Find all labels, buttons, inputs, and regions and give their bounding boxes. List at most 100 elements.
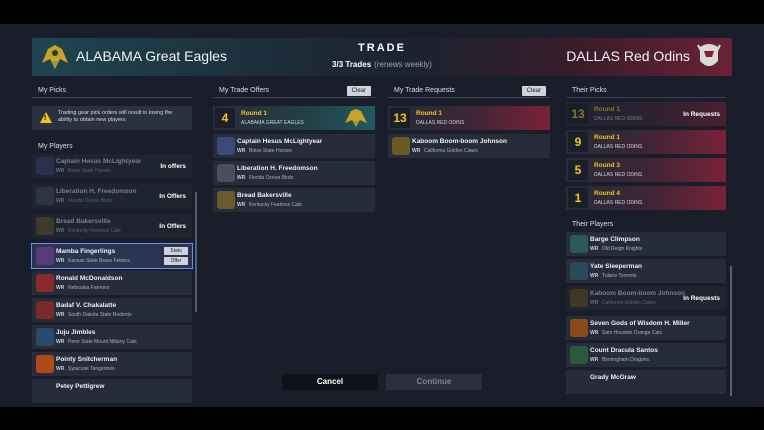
player-position: WR — [590, 246, 599, 252]
clear-requests-button[interactable]: Clear — [521, 86, 546, 96]
their-team-name: DALLAS Red Odins — [566, 48, 690, 64]
offer-button[interactable]: Offer — [164, 257, 188, 265]
their-players-scrollbar[interactable] — [730, 266, 732, 396]
player-name: Kaboom Boom-boom Johnson — [412, 138, 507, 145]
player-row[interactable]: Pointy Snitcherman WR Syracuse Tangerine… — [32, 352, 192, 376]
their-pick[interactable]: 1 Round 4 DALLAS RED ODINS — [566, 186, 726, 210]
player-row[interactable]: Ronald McDonaldson WR Nebraska Farmers — [32, 271, 192, 295]
ocean-bird-icon — [217, 164, 235, 182]
trade-offers-panel: My Trade Offers Clear 4 Round 1 ALABAMA … — [213, 84, 375, 407]
player-position: WR — [590, 273, 599, 279]
their-players-title: Their Players — [572, 221, 614, 228]
player-position: WR — [237, 202, 246, 208]
trade-offers-label: My Trade Offers — [219, 87, 270, 94]
player-school: Kentucky Fearless Cats — [249, 202, 302, 208]
cat-icon — [217, 191, 235, 209]
player-name: Liberation H. Freedomson — [237, 165, 318, 172]
player-status-overlay: In offers — [32, 154, 192, 178]
pick-team: DALLAS RED ODINS — [416, 120, 465, 126]
their-player-row[interactable]: Seven Gods of Wisdom H. Miller WR Sam Ho… — [566, 316, 726, 340]
their-player-row[interactable]: Grady McGraw — [566, 370, 726, 394]
player-position: WR — [590, 330, 599, 336]
player-school: Sam Houston Orange Cats — [602, 330, 663, 336]
red-odins-logo-icon — [697, 44, 721, 66]
pick-status: In Requests — [683, 111, 720, 118]
their-picks-title: Their Picks — [566, 84, 726, 98]
trade-requests-panel: My Trade Requests Clear 13 Round 1 DALLA… — [388, 84, 550, 407]
player-name: Barge Climpson — [590, 236, 640, 243]
player-status-overlay: In Offers — [32, 214, 192, 238]
player-row[interactable]: Juju Jimbles WR Penn State Mount Nittany… — [32, 325, 192, 349]
player-position: WR — [590, 357, 599, 363]
torrent-icon — [570, 262, 588, 280]
player-status-overlay: In Offers — [32, 184, 192, 208]
player-name: Pointy Snitcherman — [56, 356, 118, 363]
player-position: WR — [412, 148, 421, 154]
pick-round: Round 4 — [594, 190, 620, 197]
player-school: Florida Ocean Birds — [249, 175, 294, 181]
feline-icon — [36, 247, 54, 265]
trade-requests-label: My Trade Requests — [394, 87, 455, 94]
trade-header: ALABAMA Great Eagles TRADE 3/3 Trades (re… — [32, 38, 732, 76]
player-status: In Offers — [159, 193, 186, 200]
pick-number: 1 — [568, 188, 588, 208]
their-pick[interactable]: 5 Round 3 DALLAS RED ODINS — [566, 158, 726, 182]
pick-number: 4 — [215, 108, 235, 128]
pick-team: DALLAS RED ODINS — [594, 200, 643, 206]
golden-claw-icon — [392, 137, 410, 155]
player-name: Bread Bakersville — [237, 192, 292, 199]
offered-pick[interactable]: 4 Round 1 ALABAMA GREAT EAGLES — [213, 106, 375, 130]
offered-player-row[interactable]: Bread Bakersville WR Kentucky Fearless C… — [213, 188, 375, 212]
cancel-button[interactable]: Cancel — [282, 374, 378, 390]
offered-player-row[interactable]: Captain Hesus McLightyear WR Boise State… — [213, 134, 375, 158]
player-name: Ronald McDonaldson — [56, 275, 123, 282]
pick-round: Round 1 — [594, 134, 620, 141]
player-position: WR — [56, 285, 65, 291]
dragon-icon — [570, 346, 588, 364]
player-school: Boise State Horses — [249, 148, 292, 154]
pick-team: DALLAS RED ODINS — [594, 144, 643, 150]
their-player-row[interactable]: Count Dracula Santos WR Birmingham Drago… — [566, 343, 726, 367]
my-players-scrollbar[interactable] — [195, 192, 197, 312]
trade-offers-title: My Trade Offers Clear — [213, 84, 375, 98]
pick-warning: ! Trading gear pick orders will result i… — [32, 106, 192, 130]
trades-count: 3/3 Trades — [332, 60, 372, 69]
requested-player-row[interactable]: Kaboom Boom-boom Johnson WR California G… — [388, 134, 550, 158]
rodent-icon — [36, 301, 54, 319]
clear-offers-button[interactable]: Clear — [346, 86, 371, 96]
player-school: Nebraska Farmers — [68, 285, 110, 291]
pick-team: DALLAS RED ODINS — [594, 172, 643, 178]
requested-pick[interactable]: 13 Round 1 DALLAS RED ODINS — [388, 106, 550, 130]
their-pick[interactable]: 9 Round 1 DALLAS RED ODINS — [566, 130, 726, 154]
player-position: WR — [56, 258, 65, 264]
pick-number: 13 — [390, 108, 410, 128]
player-status: In Offers — [159, 223, 186, 230]
player-name: Mamba Fingerlings — [56, 248, 116, 255]
my-players-title: My Players — [38, 143, 73, 150]
player-status: In Requests — [683, 295, 720, 302]
pick-number: 5 — [568, 160, 588, 180]
knight-icon — [570, 235, 588, 253]
player-school: Penn State Mount Nittany Cats — [68, 339, 137, 345]
horse-icon — [217, 137, 235, 155]
player-name: Petey Pettigrew — [56, 383, 105, 390]
farmer-icon — [36, 274, 54, 292]
pick-round: Round 3 — [594, 162, 620, 169]
their-player-row[interactable]: Yate Sleeperman WR Tulane Torrents — [566, 259, 726, 283]
their-player-row[interactable]: Barge Climpson WR Old Reign Knights — [566, 232, 726, 256]
player-name: Captain Hesus McLightyear — [237, 138, 323, 145]
player-position: WR — [56, 312, 65, 318]
mountain-cat-icon — [36, 328, 54, 346]
player-row[interactable]: Petey Pettigrew — [32, 379, 192, 403]
player-name: Yate Sleeperman — [590, 263, 643, 270]
offered-player-row[interactable]: Liberation H. Freedomson WR Florida Ocea… — [213, 161, 375, 185]
player-position: WR — [56, 366, 65, 372]
pick-status-overlay: In Requests — [566, 102, 726, 126]
player-position: WR — [56, 339, 65, 345]
continue-button[interactable]: Continue — [386, 374, 482, 390]
my-side-panel: My Picks ! Trading gear pick orders will… — [31, 84, 197, 407]
player-position: WR — [237, 175, 246, 181]
stats-button[interactable]: Stats — [164, 247, 188, 255]
player-row[interactable]: Badaf V. Chakalatte WR South Dakota Stat… — [32, 298, 192, 322]
player-row-selected[interactable]: Mamba Fingerlings WR Kansas State Brave … — [31, 243, 193, 269]
